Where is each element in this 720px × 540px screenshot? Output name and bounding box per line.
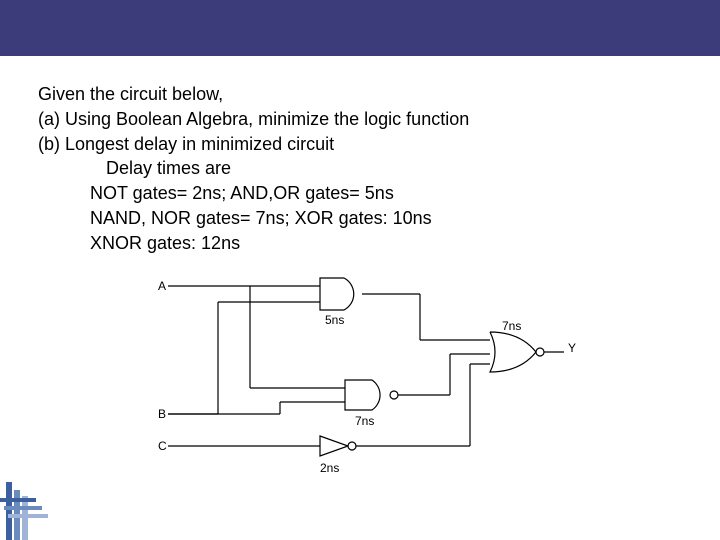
- header-band: [0, 0, 720, 56]
- circuit-diagram: A B C Y 5ns 7ns 2ns 7ns: [120, 272, 600, 492]
- problem-statement: Given the circuit below, (a) Using Boole…: [38, 82, 698, 256]
- delay-heading: Delay times are: [38, 156, 698, 181]
- delay-line-3: XNOR gates: 12ns: [38, 231, 698, 256]
- input-b-label: B: [158, 407, 166, 421]
- part-a-text: (a) Using Boolean Algebra, minimize the …: [38, 107, 698, 132]
- and-gate-delay: 5ns: [325, 313, 344, 327]
- not-gate-delay: 2ns: [320, 461, 339, 475]
- delay-line-1: NOT gates= 2ns; AND,OR gates= 5ns: [38, 181, 698, 206]
- nand-gate-delay: 7ns: [355, 414, 374, 428]
- nor-gate-delay: 7ns: [502, 319, 521, 333]
- input-c-label: C: [158, 439, 167, 453]
- intro-text: Given the circuit below,: [38, 82, 698, 107]
- corner-accent-graphic: [0, 420, 68, 540]
- delay-line-2: NAND, NOR gates= 7ns; XOR gates: 10ns: [38, 206, 698, 231]
- input-a-label: A: [158, 279, 166, 293]
- output-y-label: Y: [568, 341, 576, 355]
- part-b-text: (b) Longest delay in minimized circuit: [38, 132, 698, 157]
